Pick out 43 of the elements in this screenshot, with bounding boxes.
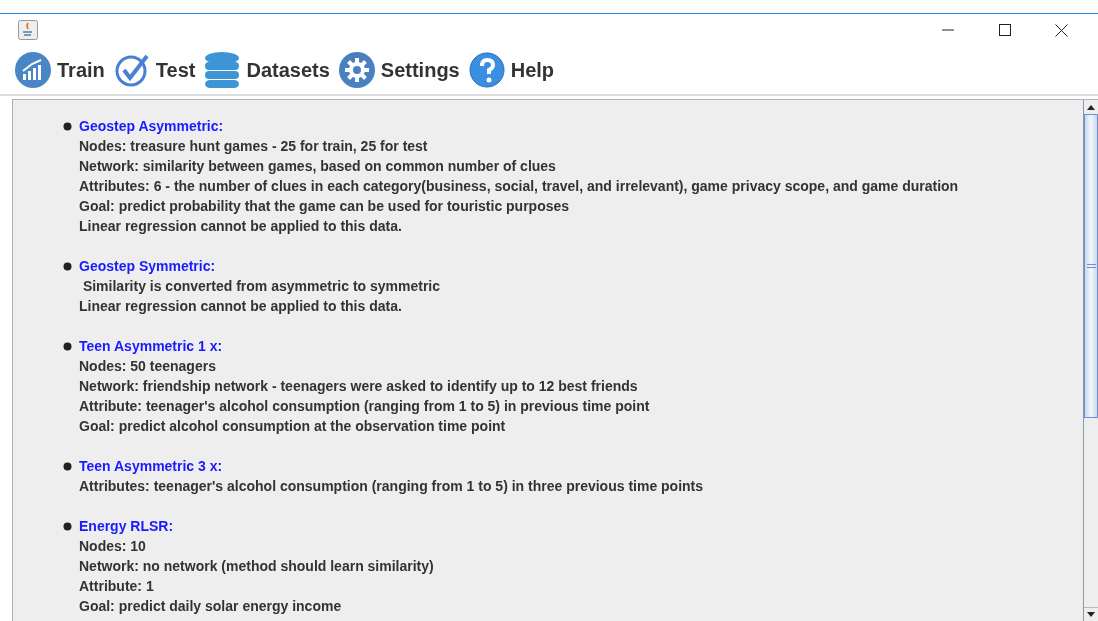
dataset-title: Teen Asymmetric 1 x:	[79, 337, 223, 356]
grip-icon	[1086, 264, 1096, 268]
toolbar-button[interactable]: Help	[468, 52, 555, 88]
dataset-detail: Attributes: 6 - the number of clues in each category(business, social, travel, and irrelevant), game privacy scope, and game duration	[79, 178, 959, 194]
dataset-detail: Attribute: teenager's alcohol consumption (ranging from 1 to 5) in previous time point	[79, 398, 650, 414]
bullet-icon	[63, 121, 72, 131]
toolbar-button[interactable]: Train	[15, 52, 105, 88]
down-arrow-icon	[1087, 612, 1095, 617]
bullet-icon	[63, 461, 72, 471]
database-icon	[204, 51, 241, 89]
toolbar-button[interactable]: Test	[113, 52, 196, 88]
dataset-detail: Goal: predict alcohol consumption at the observation time point	[79, 418, 506, 434]
dataset-detail: Linear regression cannot be applied to this data.	[79, 218, 402, 234]
dataset-detail: Linear regression cannot be applied to this data.	[79, 298, 402, 314]
dataset-detail: Nodes: 10	[79, 538, 146, 554]
bullet-icon	[63, 261, 72, 271]
dataset-detail: Network: similarity between games, based on common number of clues	[79, 158, 556, 174]
dataset-detail: Goal: predict daily solar energy income	[79, 598, 342, 614]
dataset-detail: Similarity is converted from asymmetric to symmetric	[81, 278, 441, 294]
maximize-icon	[998, 24, 1011, 36]
app-icon	[18, 20, 38, 40]
dataset-detail: Nodes: 50 teenagers	[79, 358, 216, 374]
toolbar-button[interactable]: Settings	[338, 52, 460, 88]
dataset-title: Energy RLSR:	[79, 517, 174, 536]
dataset-detail: Attribute: 1	[79, 578, 154, 594]
checkmark-icon	[113, 52, 150, 88]
up-arrow-icon	[1087, 104, 1095, 110]
dataset-detail: Network: no network (method should learn similarity)	[79, 558, 434, 574]
dataset-detail: Goal: predict probability that the game can be used for touristic purposes	[79, 198, 570, 214]
settings-icon	[338, 52, 375, 88]
chart-icon	[15, 52, 51, 88]
dataset-title: Geostep Asymmetric:	[79, 117, 224, 136]
help-icon	[468, 52, 505, 88]
bullet-icon	[63, 341, 72, 351]
close-icon	[1055, 23, 1068, 37]
dataset-detail: Network: friendship network - teenagers were asked to identify up to 12 best friends	[79, 378, 638, 394]
minimize-icon	[941, 29, 954, 31]
toolbar-button[interactable]: Datasets	[204, 51, 330, 89]
dataset-detail: Attributes: teenager's alcohol consumption (ranging from 1 to 5) in three previous time points	[79, 478, 704, 494]
bullet-icon	[63, 521, 72, 531]
dataset-title: Geostep Symmetric:	[79, 257, 216, 276]
dataset-title: Teen Asymmetric 3 x:	[79, 457, 223, 476]
dataset-detail: Nodes: treasure hunt games - 25 for train, 25 for test	[79, 138, 428, 154]
